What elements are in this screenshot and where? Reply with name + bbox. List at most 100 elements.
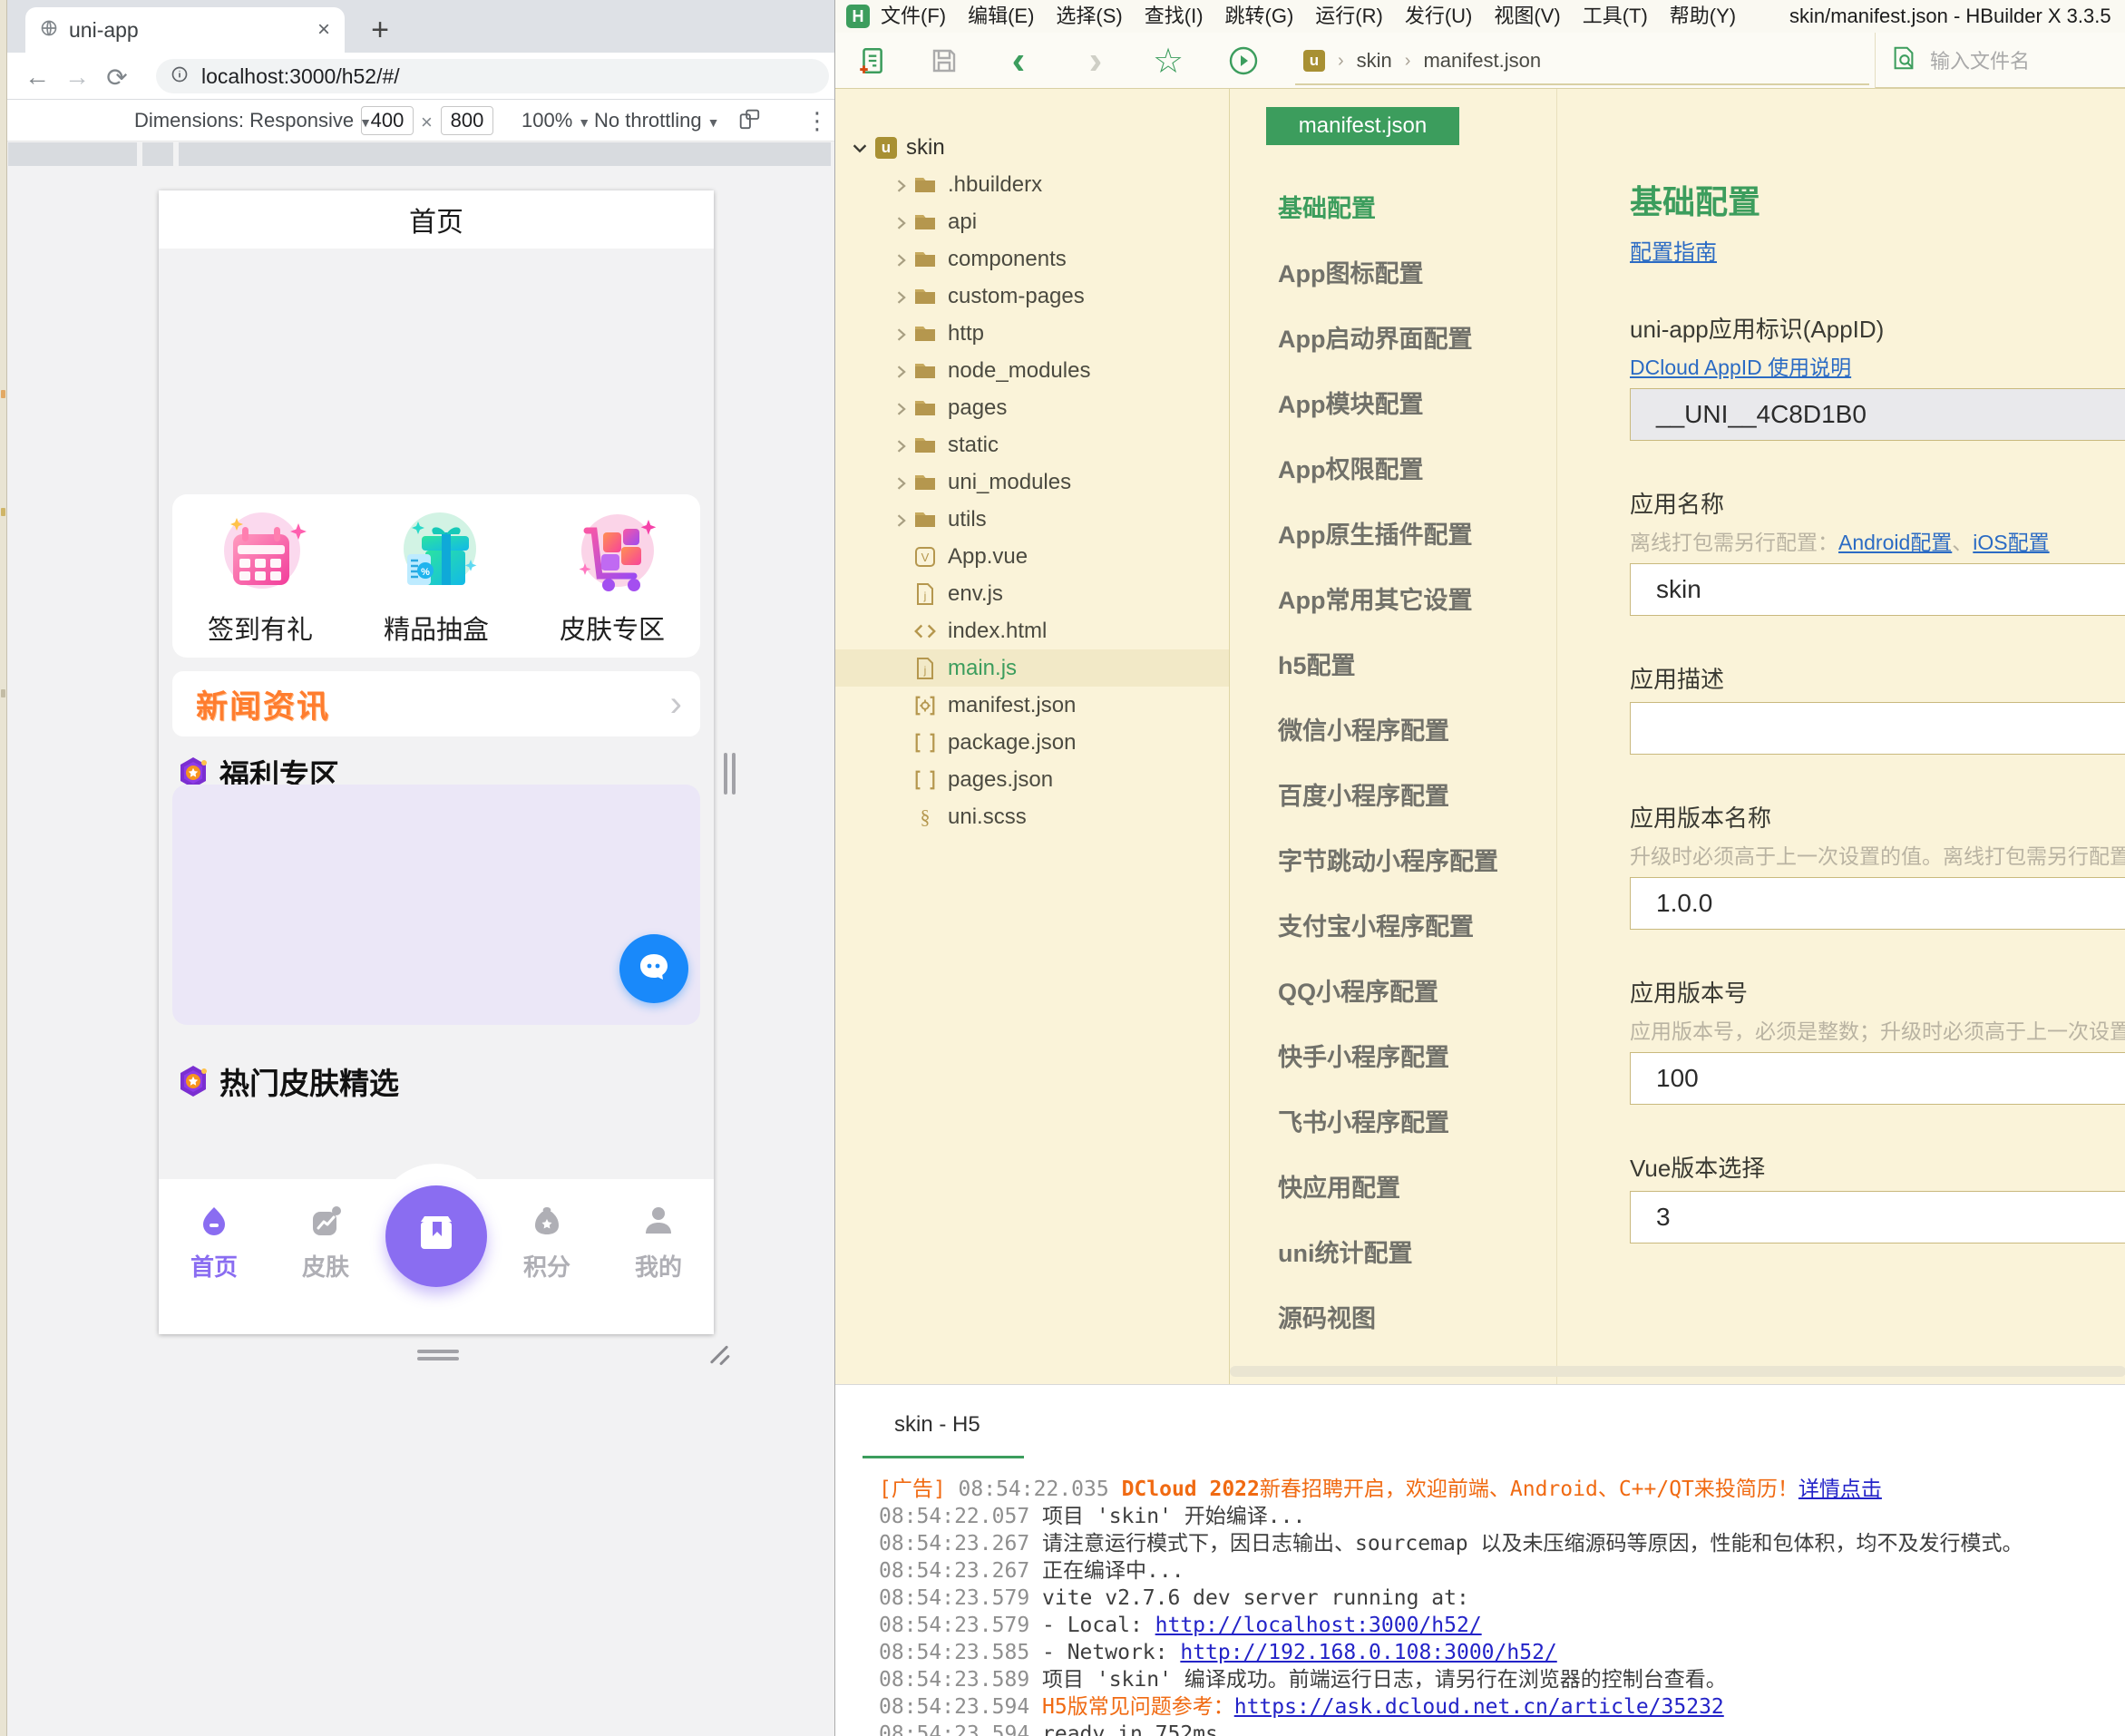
tree-item-uni-scss[interactable]: § uni.scss [835, 798, 1229, 835]
menu-item[interactable]: 发行(U) [1394, 0, 1484, 33]
save-button[interactable] [923, 40, 965, 82]
tree-item-package-json[interactable]: package.json [835, 724, 1229, 761]
chevron-right-icon[interactable] [892, 250, 910, 268]
quick-action-calendar[interactable]: 签到有礼 [172, 494, 348, 658]
zoom-select[interactable]: 100% ▼ [522, 109, 590, 132]
breadcrumb-item[interactable]: skin [1357, 49, 1392, 73]
tree-item-manifest-json[interactable]: manifest.json [835, 687, 1229, 724]
manifest-section-7[interactable]: h5配置 [1230, 633, 1556, 698]
bookmark-star-button[interactable]: ☆ [1147, 40, 1189, 82]
tree-item-utils[interactable]: utils [835, 501, 1229, 538]
refresh-icon[interactable]: ⟳ [100, 60, 134, 94]
chevron-right-icon[interactable] [892, 325, 910, 343]
forward-icon[interactable]: → [60, 60, 94, 94]
field-input[interactable]: 3 [1630, 1191, 2125, 1243]
chevron-right-icon[interactable] [892, 288, 910, 306]
manifest-section-17[interactable]: 源码视图 [1230, 1286, 1556, 1351]
viewport-width-input[interactable]: 400 [361, 106, 414, 135]
chevron-right-icon[interactable] [892, 176, 910, 194]
manifest-section-10[interactable]: 字节跳动小程序配置 [1230, 829, 1556, 894]
breadcrumb-item[interactable]: manifest.json [1423, 49, 1541, 73]
manifest-section-16[interactable]: uni统计配置 [1230, 1221, 1556, 1286]
media-query-bar-segment[interactable] [179, 142, 831, 166]
dimensions-select[interactable]: Dimensions: Responsive ▼ [134, 109, 372, 132]
chevron-right-icon[interactable] [892, 362, 910, 380]
manifest-section-0[interactable]: 基础配置 [1230, 176, 1556, 241]
manifest-section-13[interactable]: 快手小程序配置 [1230, 1025, 1556, 1090]
manifest-section-9[interactable]: 百度小程序配置 [1230, 764, 1556, 829]
manifest-section-12[interactable]: QQ小程序配置 [1230, 960, 1556, 1025]
console-link[interactable]: 详情点击 [1798, 1478, 1882, 1501]
rotate-device-icon[interactable] [737, 107, 761, 136]
tree-item-custom-pages[interactable]: custom-pages [835, 278, 1229, 315]
console-link[interactable]: https://ask.dcloud.net.cn/article/35232 [1234, 1695, 1724, 1719]
chevron-right-icon[interactable] [892, 399, 910, 417]
manifest-section-5[interactable]: App原生插件配置 [1230, 502, 1556, 568]
tree-item-main-js[interactable]: j main.js [835, 649, 1229, 687]
media-query-bar-segment[interactable] [8, 142, 137, 166]
manifest-section-14[interactable]: 飞书小程序配置 [1230, 1090, 1556, 1156]
manifest-section-4[interactable]: App权限配置 [1230, 437, 1556, 502]
hint-link[interactable]: iOS配置 [1973, 531, 2049, 554]
viewport-resize-handle-right[interactable] [724, 753, 736, 795]
tree-root-skin[interactable]: u skin [835, 129, 1229, 166]
tree-item-uni-modules[interactable]: uni_modules [835, 463, 1229, 501]
throttling-select[interactable]: No throttling ▼ [594, 109, 719, 132]
navigate-forward-button[interactable]: › [1075, 40, 1116, 82]
field-input[interactable]: 100 [1630, 1052, 2125, 1105]
tree-item-static[interactable]: static [835, 426, 1229, 463]
menu-item[interactable]: 运行(R) [1304, 0, 1394, 33]
editor-tab-manifest[interactable]: manifest.json [1266, 107, 1459, 145]
menu-item[interactable]: 帮助(Y) [1659, 0, 1747, 33]
manifest-section-11[interactable]: 支付宝小程序配置 [1230, 894, 1556, 960]
manifest-section-1[interactable]: App图标配置 [1230, 241, 1556, 307]
tree-item-index-html[interactable]: index.html [835, 612, 1229, 649]
help-link[interactable]: DCloud AppID 使用说明 [1630, 356, 1851, 379]
chevron-right-icon[interactable] [892, 511, 910, 529]
quick-action-cart[interactable]: 皮肤专区 [524, 494, 700, 658]
menu-item[interactable]: 跳转(G) [1214, 0, 1305, 33]
hint-link[interactable]: Android配置 [1838, 531, 1952, 554]
caret-down-icon[interactable] [850, 138, 870, 158]
page-info-icon[interactable] [171, 65, 189, 88]
config-guide-link[interactable]: 配置指南 [1630, 234, 1717, 266]
browser-tab[interactable]: uni-app × [25, 7, 345, 53]
menu-item[interactable]: 编辑(E) [957, 0, 1045, 33]
chat-fab-button[interactable] [619, 934, 688, 1003]
tree-item-App-vue[interactable]: V App.vue [835, 538, 1229, 575]
field-input[interactable] [1630, 702, 2125, 755]
field-input[interactable]: skin [1630, 563, 2125, 616]
viewport-resize-handle-bottom[interactable] [417, 1350, 459, 1361]
new-file-button[interactable] [851, 40, 892, 82]
tree-item-pages-json[interactable]: pages.json [835, 761, 1229, 798]
viewport-height-input[interactable]: 800 [441, 106, 493, 135]
field-input[interactable]: 1.0.0 [1630, 877, 2125, 930]
tree-item-components[interactable]: components [835, 240, 1229, 278]
quick-action-giftbox[interactable]: % 精品抽盒 [348, 494, 524, 658]
manifest-section-6[interactable]: App常用其它设置 [1230, 568, 1556, 633]
menu-item[interactable]: 工具(T) [1572, 0, 1659, 33]
menu-item[interactable]: 视图(V) [1483, 0, 1571, 33]
tabbar-center-button[interactable] [385, 1185, 487, 1287]
tree-item-env-js[interactable]: j env.js [835, 575, 1229, 612]
tab-points[interactable]: 积分 [502, 1204, 592, 1282]
new-tab-button[interactable]: + [359, 9, 401, 51]
tree-item--hbuilderx[interactable]: .hbuilderx [835, 166, 1229, 203]
file-search-box[interactable]: 输入文件名 [1875, 33, 2125, 89]
chevron-right-icon[interactable] [892, 473, 910, 492]
manifest-section-8[interactable]: 微信小程序配置 [1230, 698, 1556, 764]
field-input[interactable]: __UNI__4C8D1B0 [1630, 388, 2125, 441]
viewport-resize-corner[interactable] [707, 1341, 735, 1368]
manifest-section-15[interactable]: 快应用配置 [1230, 1156, 1556, 1221]
navigate-back-button[interactable]: ‹ [998, 40, 1039, 82]
tree-item-node-modules[interactable]: node_modules [835, 352, 1229, 389]
menu-item[interactable]: 文件(F) [870, 0, 957, 33]
run-button[interactable] [1223, 40, 1264, 82]
chevron-right-icon[interactable] [892, 436, 910, 454]
menu-item[interactable]: 查找(I) [1134, 0, 1214, 33]
tab-mine[interactable]: 我的 [613, 1204, 704, 1282]
tab-home[interactable]: 首页 [169, 1204, 259, 1282]
horizontal-scrollbar[interactable] [1230, 1366, 2125, 1377]
manifest-section-2[interactable]: App启动界面配置 [1230, 307, 1556, 372]
tree-item-http[interactable]: http [835, 315, 1229, 352]
